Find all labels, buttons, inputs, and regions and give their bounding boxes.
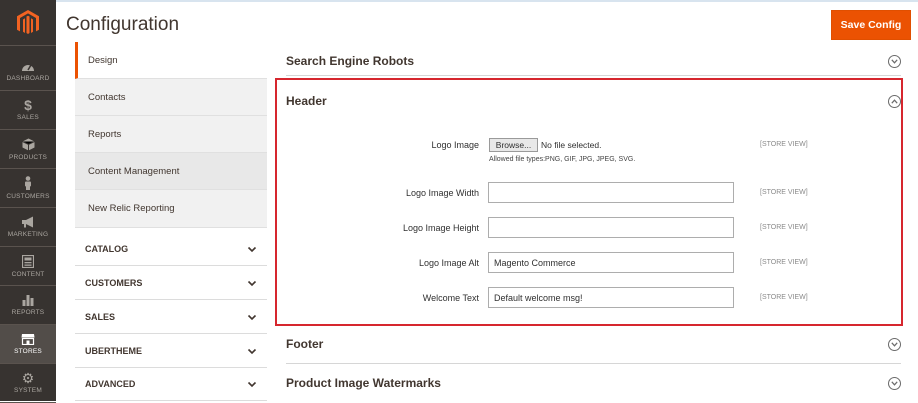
section-customers[interactable]: CUSTOMERS xyxy=(75,266,267,300)
expand-circle-icon xyxy=(888,337,901,351)
logo-width-label: Logo Image Width xyxy=(405,188,479,198)
nav-system-label: SYSTEM xyxy=(14,387,42,394)
dashboard-icon xyxy=(22,64,34,71)
tab-design[interactable]: Design xyxy=(75,42,267,79)
logo-image-label: Logo Image xyxy=(431,140,479,150)
nav-marketing-label: MARKETING xyxy=(7,231,49,238)
group-product-image-watermarks[interactable]: Product Image Watermarks xyxy=(286,376,901,390)
nav-content-label: CONTENT xyxy=(11,270,45,278)
chevron-down-icon xyxy=(247,348,257,354)
chevron-down-icon xyxy=(247,246,257,252)
logo-height-input[interactable] xyxy=(488,217,734,238)
welcome-text-input[interactable] xyxy=(488,287,734,308)
scope-label: [STORE VIEW] xyxy=(760,259,808,266)
group-header[interactable]: Header xyxy=(286,94,901,108)
section-advanced-label: ADVANCED xyxy=(85,379,136,389)
nav-system[interactable]: ⚙ SYSTEM xyxy=(0,364,56,403)
group-watermarks-title: Product Image Watermarks xyxy=(286,376,441,390)
group-footer[interactable]: Footer xyxy=(286,337,901,351)
bar-chart-icon xyxy=(22,295,34,306)
nav-sales-label: SALES xyxy=(17,114,39,121)
gear-icon: ⚙ xyxy=(21,370,35,386)
expand-circle-icon xyxy=(888,376,901,390)
group-search-engine-robots[interactable]: Search Engine Robots xyxy=(286,54,901,68)
welcome-text-label: Welcome Text xyxy=(422,293,479,303)
admin-sidebar: DASHBOARD $ SALES PRODUCTS CUSTOMERS MAR… xyxy=(0,0,56,403)
nav-stores-label: STORES xyxy=(14,348,42,355)
header-divider xyxy=(56,0,918,2)
logo-alt-label: Logo Image Alt xyxy=(418,258,479,268)
store-icon xyxy=(21,334,35,345)
no-file-text: No file selected. xyxy=(541,140,602,150)
group-footer-title: Footer xyxy=(286,337,324,351)
nav-dashboard[interactable]: DASHBOARD xyxy=(0,52,56,91)
collapse-circle-icon xyxy=(888,94,901,108)
group-header-title: Header xyxy=(286,94,327,108)
section-sales-label: SALES xyxy=(85,311,116,322)
scope-label: [STORE VIEW] xyxy=(760,294,808,301)
expand-circle-icon xyxy=(888,54,901,68)
page-title: Configuration xyxy=(66,14,180,35)
section-catalog[interactable]: CATALOG xyxy=(75,232,267,266)
nav-marketing[interactable]: MARKETING xyxy=(0,208,56,247)
allowed-file-types-note: Allowed file types:PNG, GIF, JPG, JPEG, … xyxy=(489,156,636,163)
scope-label: [STORE VIEW] xyxy=(760,141,808,148)
magento-logo-icon[interactable] xyxy=(0,0,56,46)
tab-contacts[interactable]: Contacts xyxy=(75,79,267,116)
section-customers-label: CUSTOMERS xyxy=(85,277,143,288)
cube-icon xyxy=(21,138,35,150)
nav-stores[interactable]: STORES xyxy=(0,325,56,364)
scope-label: [STORE VIEW] xyxy=(760,189,808,196)
config-tabs: Design Contacts Reports Content Manageme… xyxy=(75,42,267,401)
nav-reports[interactable]: REPORTS xyxy=(0,286,56,325)
tab-content-management[interactable]: Content Management xyxy=(75,153,267,190)
logo-height-label: Logo Image Height xyxy=(402,223,479,233)
nav-sales[interactable]: $ SALES xyxy=(0,91,56,130)
tab-reports[interactable]: Reports xyxy=(75,116,267,153)
scope-label: [STORE VIEW] xyxy=(760,224,808,231)
section-ubertheme-label: UBERTHEME xyxy=(85,345,143,356)
browse-button[interactable]: Browse... xyxy=(489,138,538,152)
group-divider xyxy=(286,363,901,364)
nav-products-label: PRODUCTS xyxy=(8,153,48,161)
nav-content[interactable]: CONTENT xyxy=(0,247,56,286)
chevron-down-icon xyxy=(247,280,257,286)
chevron-down-icon xyxy=(247,381,257,388)
section-advanced[interactable]: ADVANCED xyxy=(75,368,267,401)
group-robots-title: Search Engine Robots xyxy=(286,54,415,68)
section-sales[interactable]: SALES xyxy=(75,300,267,334)
logo-alt-input[interactable] xyxy=(488,252,734,273)
section-ubertheme[interactable]: UBERTHEME xyxy=(75,334,267,368)
content-icon xyxy=(22,254,34,268)
logo-width-input[interactable] xyxy=(488,182,734,203)
nav-reports-label: REPORTS xyxy=(11,309,45,316)
nav-products[interactable]: PRODUCTS xyxy=(0,130,56,169)
tab-new-relic-reporting[interactable]: New Relic Reporting xyxy=(75,190,267,228)
save-config-button[interactable]: Save Config xyxy=(831,10,911,40)
nav-dashboard-label: DASHBOARD xyxy=(6,75,50,82)
nav-customers[interactable]: CUSTOMERS xyxy=(0,169,56,208)
megaphone-icon xyxy=(22,216,33,228)
nav-customers-label: CUSTOMERS xyxy=(6,193,50,200)
group-divider xyxy=(286,75,901,76)
dollar-icon: $ xyxy=(24,97,32,113)
chevron-down-icon xyxy=(247,314,257,320)
section-catalog-label: CATALOG xyxy=(85,243,129,254)
person-icon xyxy=(25,176,31,190)
